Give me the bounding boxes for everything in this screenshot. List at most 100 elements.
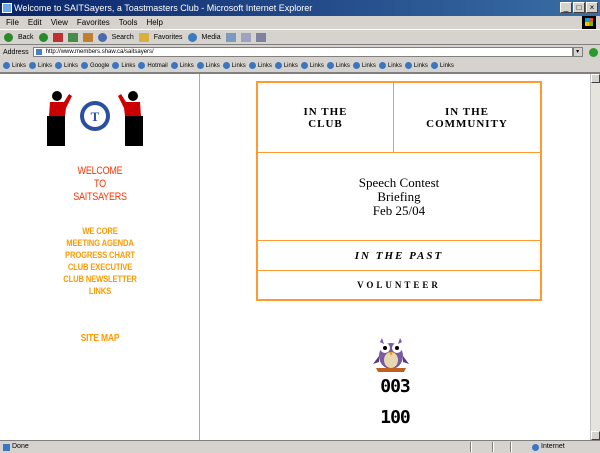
page-viewport: T WELCOME TO SAITSAYERS WE CORE MEETING … <box>0 73 600 440</box>
search-button[interactable]: Search <box>112 34 134 41</box>
sidebar-link-links[interactable]: LINKS <box>15 285 185 297</box>
links-bar-item[interactable]: Links <box>170 62 194 69</box>
mail-icon[interactable] <box>240 32 251 42</box>
links-bar-item[interactable]: Links <box>274 62 298 69</box>
link-icon <box>222 62 230 69</box>
link-icon <box>3 62 10 69</box>
links-bar-item[interactable]: Links <box>196 62 220 69</box>
status-bar: Done Internet <box>0 440 600 453</box>
link-icon <box>430 62 438 69</box>
maximize-button[interactable]: □ <box>573 2 585 13</box>
links-bar-item[interactable]: Links <box>352 62 376 69</box>
toastmasters-speakers-logo: T <box>47 91 143 146</box>
ie-icon <box>2 3 12 13</box>
links-bar-item[interactable]: Links <box>3 62 26 69</box>
page-icon <box>3 443 10 451</box>
links-bar-item[interactable]: Links <box>55 62 78 69</box>
link-icon <box>274 62 282 69</box>
sidebar-link-club-executive[interactable]: CLUB EXECUTIVE <box>15 261 185 273</box>
links-bar-item[interactable]: Links <box>326 62 350 69</box>
sidebar-link-club-newsletter[interactable]: CLUB NEWSLETTER <box>15 273 185 285</box>
links-bar: Links Links Links Google Links Hotmail L… <box>0 59 600 73</box>
link-icon <box>404 62 412 69</box>
status-done: Done <box>3 441 29 453</box>
links-bar-item[interactable]: Links <box>404 62 428 69</box>
link-icon <box>326 62 334 69</box>
print-icon[interactable] <box>255 32 266 42</box>
visitor-counter-total: 100 <box>380 407 411 428</box>
favorites-button[interactable]: Favorites <box>154 34 183 41</box>
back-arrow-icon[interactable] <box>4 32 13 42</box>
scroll-up-icon[interactable] <box>591 74 600 83</box>
windows-logo-icon <box>582 16 596 29</box>
visitor-counter: 003 <box>380 376 411 397</box>
window-titlebar: Welcome to SAITSayers, a Toastmasters Cl… <box>0 0 600 16</box>
in-the-past-link[interactable]: IN THE PAST <box>258 241 540 271</box>
media-button[interactable]: Media <box>202 34 221 41</box>
navigation-toolbar: Back Search Favorites Media <box>0 29 600 45</box>
owl-mascot-icon <box>373 338 409 372</box>
go-icon[interactable] <box>588 47 598 57</box>
link-icon <box>55 62 63 69</box>
sidebar: T WELCOME TO SAITSAYERS WE CORE MEETING … <box>0 74 200 440</box>
links-bar-item[interactable]: Links <box>29 62 52 69</box>
status-divider <box>510 442 512 452</box>
address-label: Address <box>3 48 29 56</box>
links-bar-item[interactable]: Links <box>430 62 454 69</box>
speech-contest-link[interactable]: Speech Contest Briefing Feb 25/04 <box>258 153 540 241</box>
forward-arrow-icon[interactable] <box>38 32 48 42</box>
menu-edit[interactable]: Edit <box>28 16 42 29</box>
home-icon[interactable] <box>82 32 93 42</box>
search-icon[interactable] <box>97 32 107 42</box>
menu-help[interactable]: Help <box>146 16 162 29</box>
site-map-link[interactable]: SITE MAP <box>15 333 185 344</box>
security-zone: Internet <box>532 441 565 453</box>
address-dropdown-icon[interactable]: ▾ <box>572 47 583 57</box>
sidebar-link-progress-chart[interactable]: PROGRESS CHART <box>15 249 185 261</box>
menu-view[interactable]: View <box>51 16 68 29</box>
links-bar-item[interactable]: Links <box>222 62 246 69</box>
window-title: Welcome to SAITSayers, a Toastmasters Cl… <box>14 3 313 13</box>
link-icon <box>196 62 204 69</box>
vertical-scrollbar[interactable] <box>590 74 600 440</box>
menu-tools[interactable]: Tools <box>119 16 138 29</box>
links-bar-item[interactable]: Links <box>378 62 402 69</box>
close-button[interactable]: × <box>586 2 598 13</box>
favorites-icon[interactable] <box>138 32 149 42</box>
link-icon <box>81 62 89 69</box>
minimize-button[interactable]: _ <box>560 2 572 13</box>
media-icon[interactable] <box>187 32 197 42</box>
stop-icon[interactable] <box>52 32 63 42</box>
in-the-community-link[interactable]: IN THE COMMUNITY <box>394 83 540 153</box>
links-bar-item[interactable]: Links <box>112 62 135 69</box>
menu-favorites[interactable]: Favorites <box>77 16 110 29</box>
status-divider <box>470 442 472 452</box>
link-icon <box>378 62 386 69</box>
links-bar-item[interactable]: Google <box>81 62 109 69</box>
volunteer-link[interactable]: VOLUNTEER <box>258 271 540 299</box>
link-icon <box>112 62 120 69</box>
links-bar-item[interactable]: Links <box>300 62 324 69</box>
link-icon <box>29 62 37 69</box>
history-icon[interactable] <box>225 32 236 42</box>
address-input[interactable]: http://www.members.shaw.ca/saitsayers/ <box>32 47 573 57</box>
sidebar-link-meeting-agenda[interactable]: MEETING AGENDA <box>15 237 185 249</box>
address-bar: Address http://www.members.shaw.ca/saits… <box>0 45 600 59</box>
link-icon <box>170 62 178 69</box>
sidebar-link-we-core[interactable]: WE CORE <box>15 225 185 237</box>
link-icon <box>352 62 360 69</box>
menu-bar: File Edit View Favorites Tools Help <box>0 16 600 29</box>
status-divider <box>492 442 494 452</box>
sidebar-nav: WE CORE MEETING AGENDA PROGRESS CHART CL… <box>0 225 200 297</box>
svg-text:T: T <box>91 109 100 124</box>
back-button[interactable]: Back <box>18 34 34 41</box>
links-bar-item[interactable]: Hotmail <box>138 62 168 69</box>
window-controls: _ □ × <box>560 2 598 13</box>
globe-icon <box>532 443 539 451</box>
scroll-down-icon[interactable] <box>591 431 600 440</box>
refresh-icon[interactable] <box>67 32 78 42</box>
in-the-club-link[interactable]: IN THE CLUB <box>258 83 394 153</box>
links-bar-item[interactable]: Links <box>248 62 272 69</box>
menu-file[interactable]: File <box>6 16 19 29</box>
link-icon <box>138 62 146 69</box>
